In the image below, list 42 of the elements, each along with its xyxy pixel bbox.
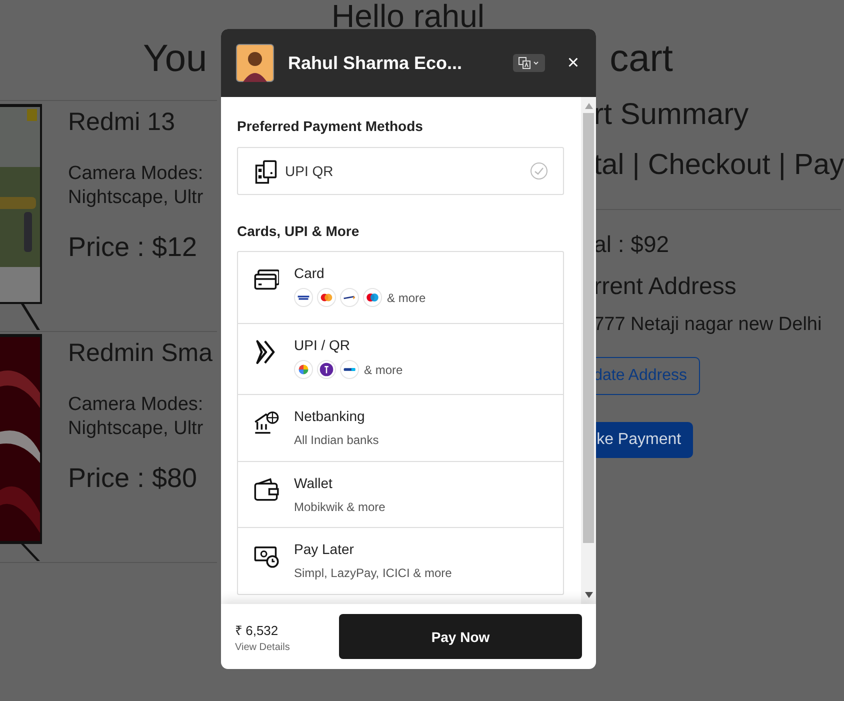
payment-logo-icon — [317, 288, 336, 307]
merchant-name: Rahul Sharma Eco... — [288, 52, 462, 74]
avatar-icon — [236, 44, 274, 82]
scroll-down-icon — [584, 592, 592, 598]
payment-logo-icon — [363, 288, 382, 307]
payment-logo-icon — [294, 288, 313, 307]
bank-globe-icon — [253, 409, 279, 435]
language-button[interactable] — [513, 54, 546, 72]
payment-option[interactable]: UPI / QR & more — [238, 323, 563, 394]
section-heading: Cards, UPI & More — [237, 222, 360, 240]
address-text: 777 Netaji nagar new Delhi — [594, 313, 823, 337]
payment-option[interactable]: Pay Later Simpl, LazyPay, ICICI & more — [238, 527, 563, 594]
payment-logo-icon — [317, 360, 336, 379]
product-spec: Nightscape, Ultr — [68, 417, 204, 441]
total-amount: ₹ 6,532 — [235, 622, 280, 638]
product-title: Redmin Sma — [68, 338, 212, 369]
payment-option[interactable]: Netbanking All Indian banks — [238, 394, 563, 460]
payment-option[interactable]: Wallet Mobikwik & more — [238, 460, 563, 527]
payment-button[interactable]: ke Payment — [594, 422, 694, 458]
page-heading: cart — [610, 37, 673, 81]
pay-now-button[interactable]: Pay Now — [339, 614, 582, 659]
address-heading: rrent Address — [594, 272, 738, 302]
checkout-steps: tal | Checkout | Pay — [594, 147, 844, 183]
product-price: Price : $80 — [68, 463, 198, 494]
payment-logo-icon — [340, 288, 359, 307]
payment-logo-icon — [294, 360, 313, 379]
view-details-link[interactable]: View Details — [235, 642, 290, 652]
page-heading: Hello rahul — [330, 0, 486, 32]
product-spec: Nightscape, Ultr — [68, 186, 204, 210]
qr-phone-icon — [253, 159, 279, 185]
product-title: Redmi 13 — [68, 107, 176, 138]
product-price: Price : $12 — [68, 232, 198, 263]
page-heading: You — [143, 37, 208, 81]
product-spec: Camera Modes: — [68, 393, 204, 417]
payment-option[interactable]: UPI QR — [237, 147, 564, 195]
section-heading: Preferred Payment Methods — [237, 117, 424, 135]
close-button[interactable]: × — [565, 52, 581, 74]
wallet-icon — [253, 476, 279, 502]
payment-option[interactable]: Card & more — [238, 252, 563, 323]
product-spec: Camera Modes: — [68, 162, 204, 186]
scroll-up-icon — [584, 103, 592, 109]
payment-logo-icon — [340, 360, 359, 379]
